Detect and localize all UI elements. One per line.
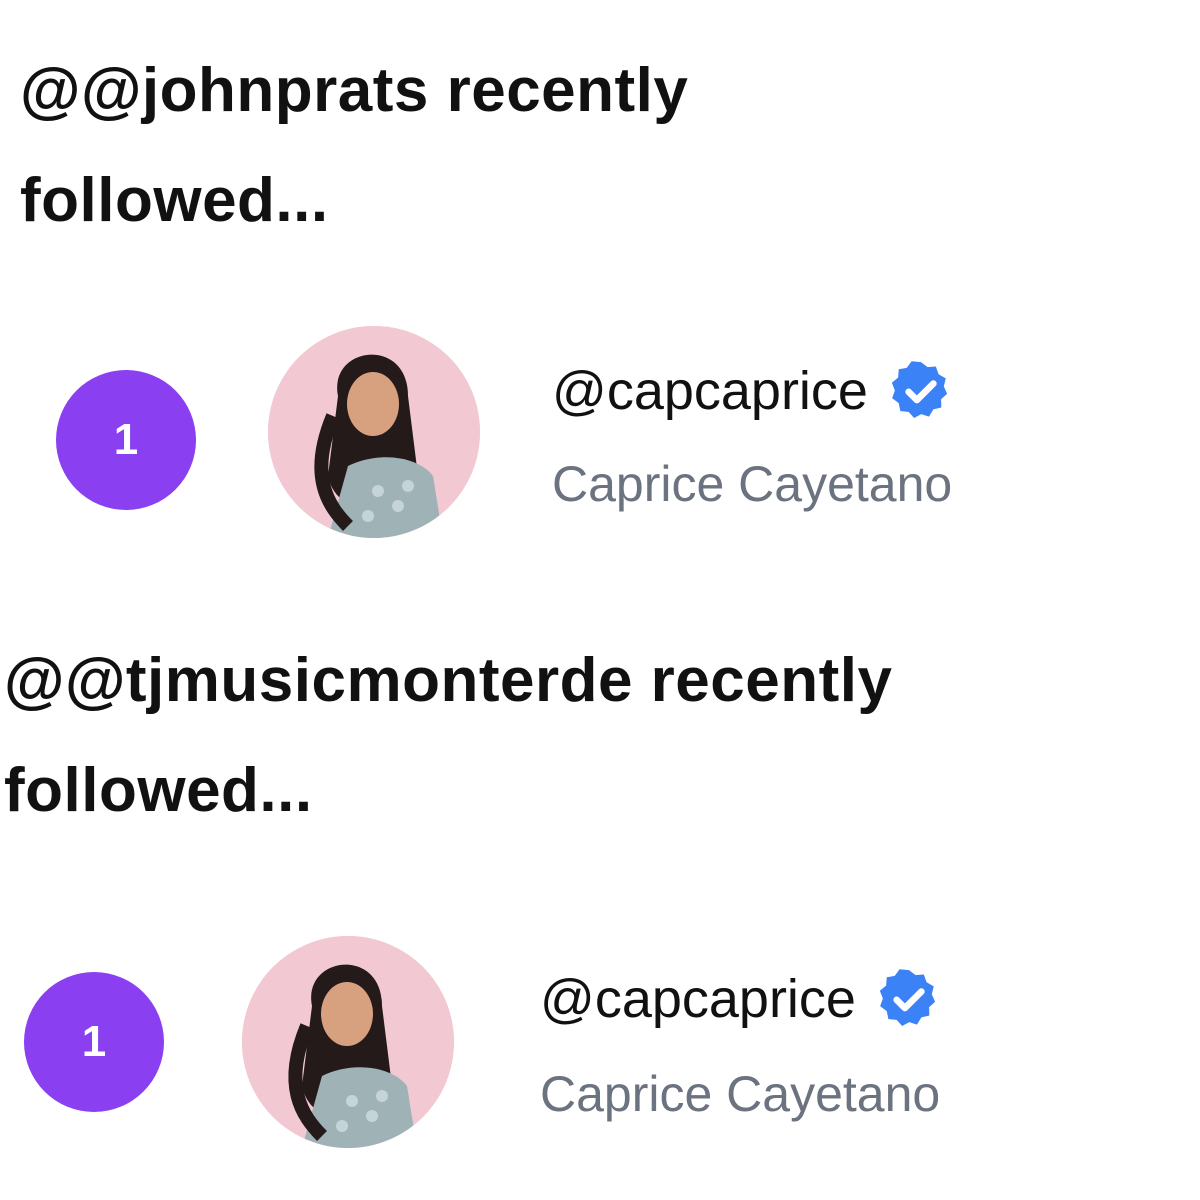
- avatar-photo-icon: [268, 326, 480, 538]
- avatar[interactable]: [242, 936, 454, 1148]
- avatar-photo-icon: [242, 936, 454, 1148]
- account-handle[interactable]: @capcaprice: [552, 361, 868, 421]
- avatar[interactable]: [268, 326, 480, 538]
- display-name: Caprice Cayetano: [540, 1066, 941, 1122]
- heading-line-2: followed...: [4, 756, 313, 825]
- followed-account-row[interactable]: 1 @capcaprice Caprice Cayetano: [0, 320, 1200, 550]
- section-heading: @@tjmusicmonterde recently followed...: [4, 648, 892, 824]
- section-heading: @@johnprats recently followed...: [20, 58, 688, 234]
- handle-line: @capcaprice: [540, 966, 942, 1032]
- rank-badge: 1: [24, 972, 164, 1112]
- handle-line: @capcaprice: [552, 358, 954, 424]
- account-handle[interactable]: @capcaprice: [540, 969, 856, 1029]
- heading-line-1: @@tjmusicmonterde recently: [4, 646, 893, 715]
- heading-line-2: followed...: [20, 166, 329, 235]
- heading-line-1: @@johnprats recently: [20, 56, 689, 125]
- followed-account-row[interactable]: 1 @capcaprice Caprice Cayetano: [0, 932, 1200, 1162]
- display-name: Caprice Cayetano: [552, 456, 953, 512]
- verified-badge-icon: [879, 969, 936, 1026]
- verified-badge-icon: [891, 361, 948, 418]
- rank-number: 1: [81, 1017, 107, 1066]
- rank-number: 1: [113, 415, 139, 464]
- rank-badge: 1: [56, 370, 196, 510]
